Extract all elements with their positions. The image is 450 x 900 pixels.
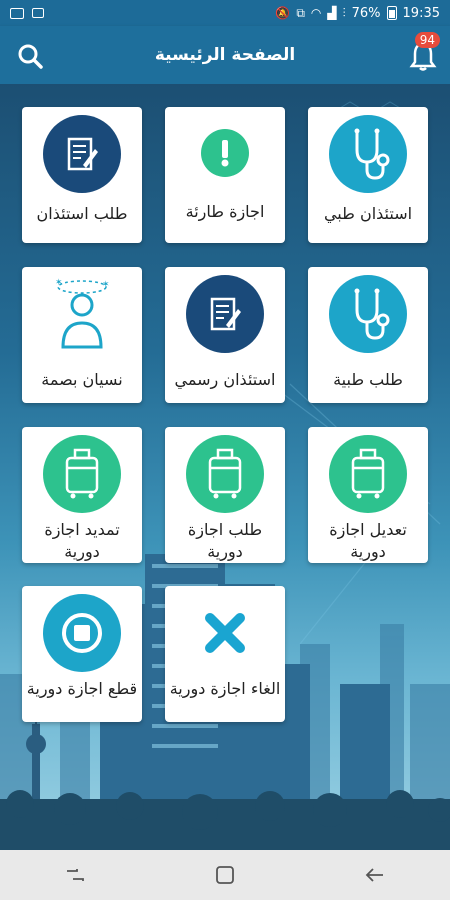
clock: 19:35	[402, 5, 440, 21]
tile-label: طلب اجازة دورية	[187, 520, 263, 561]
tile-label: قطع اجازة دورية	[26, 679, 138, 698]
tile-modify-leave[interactable]: تعديل اجازة دورية	[308, 427, 428, 563]
tile-label: الغاء اجازة دورية	[169, 679, 281, 698]
tile-medical-request[interactable]: طلب طبية	[308, 267, 428, 403]
battery-percent: 76%	[351, 5, 381, 21]
document-pen-icon	[43, 115, 121, 193]
recent-apps-icon	[67, 869, 84, 881]
svg-text:✶: ✶	[102, 280, 110, 290]
gallery-notification-icon	[10, 7, 24, 19]
tile-cut-leave[interactable]: قطع اجازة دورية	[22, 586, 142, 722]
tile-label: تعديل اجازة دورية	[329, 520, 407, 561]
tile-extend-leave[interactable]: تمديد اجازة دورية	[22, 427, 142, 563]
recent-apps-button[interactable]	[55, 860, 95, 890]
tile-forgot-fingerprint[interactable]: ✶ ✶ نسيان بصمة	[22, 267, 142, 403]
tile-cancel-leave[interactable]: الغاء اجازة دورية	[165, 586, 285, 722]
tile-label: طلب طبية	[333, 370, 403, 389]
tile-label: تمديد اجازة دورية	[44, 520, 120, 561]
mute-icon: 🔕	[275, 6, 291, 20]
tile-label: اجازة طارئة	[185, 202, 265, 221]
search-icon[interactable]	[16, 42, 44, 70]
suitcase-icon	[43, 435, 121, 513]
home-button[interactable]	[205, 860, 245, 890]
page-title: الصفحة الرئيسية	[154, 45, 296, 65]
tile-emergency-leave[interactable]: اجازة طارئة	[165, 107, 285, 243]
notification-badge: 94	[414, 32, 440, 48]
tile-label: نسيان بصمة	[41, 370, 123, 389]
back-arrow-icon	[365, 868, 383, 882]
screen-notification-icon	[32, 8, 44, 18]
system-nav-bar	[0, 850, 450, 900]
tile-label: استئذان طبي	[323, 204, 413, 223]
svg-text:✶: ✶	[55, 278, 63, 288]
app-bar: الصفحة الرئيسية 94	[0, 26, 450, 84]
exclamation-icon	[201, 129, 249, 177]
signal-icon: ▟	[327, 6, 337, 20]
confused-person-icon: ✶ ✶	[43, 275, 121, 353]
suitcase-icon	[186, 435, 264, 513]
stethoscope-icon	[329, 275, 407, 353]
tile-request-leave[interactable]: طلب اجازة دورية	[165, 427, 285, 563]
battery-icon	[386, 6, 397, 20]
stethoscope-icon	[329, 115, 407, 193]
cross-icon	[186, 594, 264, 672]
suitcase-icon	[329, 435, 407, 513]
tile-label: استئذان رسمي	[174, 370, 276, 389]
home-icon	[216, 866, 234, 884]
back-button[interactable]	[355, 860, 395, 890]
tile-permission-request[interactable]: طلب استئذان	[22, 107, 142, 243]
stop-icon	[43, 594, 121, 672]
tile-medical-permission[interactable]: استئذان طبي	[308, 107, 428, 243]
volte-icon: ⧉	[296, 6, 305, 20]
document-pen-icon	[186, 275, 264, 353]
tile-label: طلب استئذان	[36, 204, 128, 223]
signal-strength-icon: ⫶	[342, 6, 346, 20]
wifi-icon: ◠	[310, 6, 322, 20]
status-bar: 🔕 ⧉ ◠ ▟ ⫶ 76% 19:35	[0, 0, 450, 26]
tile-official-permission[interactable]: استئذان رسمي	[165, 267, 285, 403]
